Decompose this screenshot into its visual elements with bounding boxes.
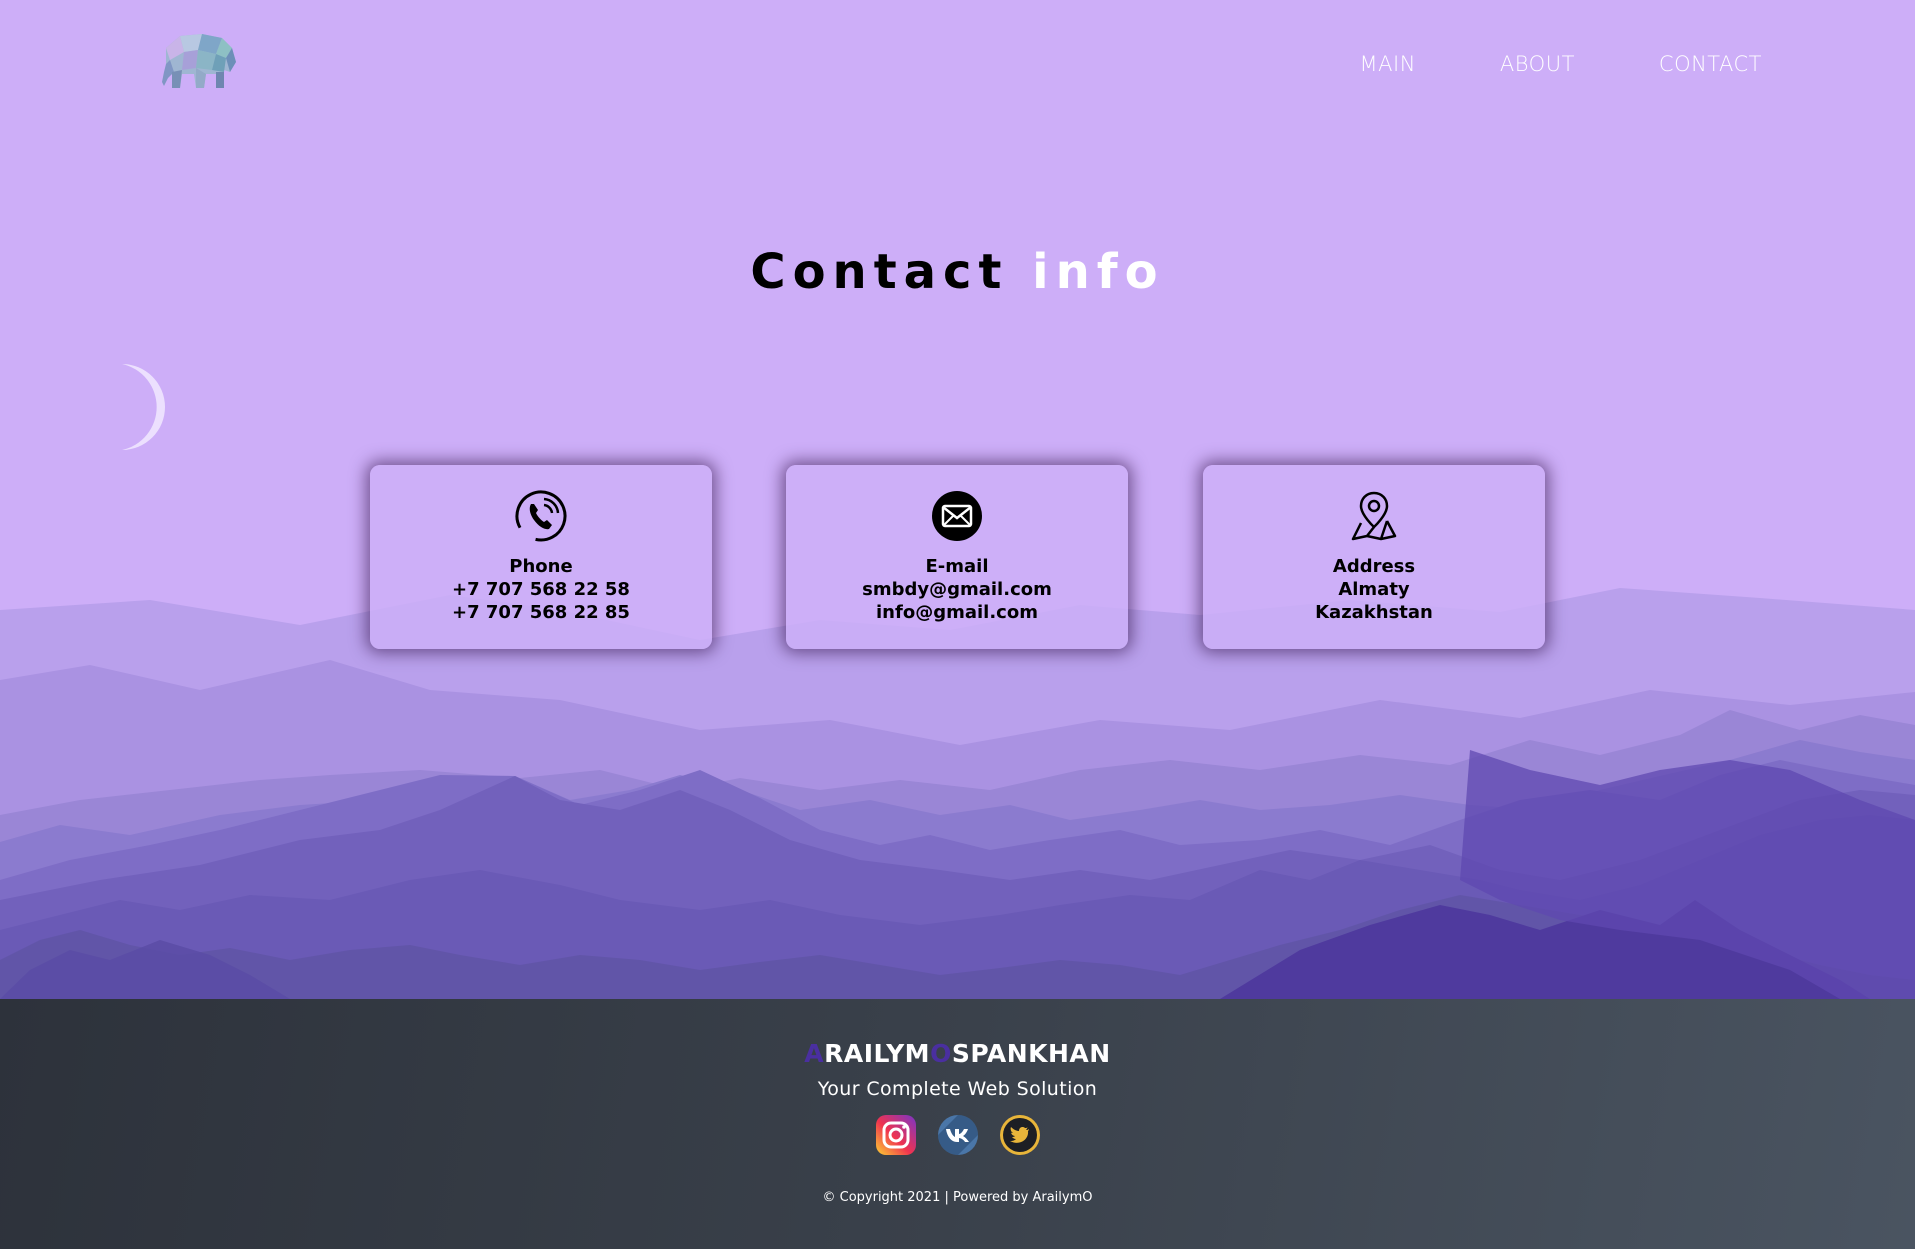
nav-item-contact[interactable]: CONTACT — [1659, 52, 1762, 76]
site-footer: ARAILYMOSPANKHAN Your Complete Web Solut… — [0, 999, 1915, 1249]
contact-card-phone: Phone +7 707 568 22 58 +7 707 568 22 85 — [370, 465, 712, 649]
brand-initial: A — [804, 1039, 825, 1068]
brand-text: RAILYM — [824, 1039, 931, 1068]
email-address[interactable]: info@gmail.com — [786, 601, 1128, 624]
twitter-icon[interactable] — [999, 1114, 1041, 1156]
map-pin-icon — [1351, 491, 1397, 541]
brand-text: SPANKHAN — [951, 1039, 1111, 1068]
card-heading: Phone — [509, 556, 573, 577]
footer-tagline: Your Complete Web Solution — [817, 1078, 1098, 1100]
instagram-icon[interactable] — [875, 1114, 917, 1156]
page-title-part2: info — [1032, 244, 1165, 300]
phone-number[interactable]: +7 707 568 22 85 — [370, 601, 712, 624]
contact-card-address: Address Almaty Kazakhstan — [1203, 465, 1545, 649]
hero-section: MAIN ABOUT CONTACT Contact info Phone +7… — [0, 0, 1915, 999]
phone-number[interactable]: +7 707 568 22 58 — [370, 578, 712, 601]
vk-icon[interactable] — [937, 1114, 979, 1156]
email-address[interactable]: smbdy@gmail.com — [786, 578, 1128, 601]
address-line: Kazakhstan — [1315, 602, 1433, 623]
address-line: Almaty — [1338, 579, 1410, 600]
card-heading: Address — [1332, 556, 1416, 577]
elephant-logo-icon[interactable] — [150, 28, 244, 92]
email-icon — [932, 491, 982, 541]
nav-item-about[interactable]: ABOUT — [1500, 52, 1575, 76]
nav-item-main[interactable]: MAIN — [1360, 52, 1416, 76]
crescent-moon-icon — [122, 364, 165, 450]
contact-card-email: E-mail smbdy@gmail.com info@gmail.com — [786, 465, 1128, 649]
page-title-part1: Contact — [750, 244, 1009, 300]
main-navigation: MAIN ABOUT CONTACT — [1360, 52, 1762, 76]
footer-brand: ARAILYMOSPANKHAN — [0, 1039, 1915, 1068]
brand-initial: O — [930, 1039, 952, 1068]
card-heading: E-mail — [925, 556, 989, 577]
social-links — [0, 1114, 1915, 1156]
page-title: Contact info — [0, 244, 1915, 300]
phone-icon — [515, 490, 567, 542]
copyright-text: © Copyright 2021 | Powered by ArailymO — [822, 1190, 1093, 1205]
